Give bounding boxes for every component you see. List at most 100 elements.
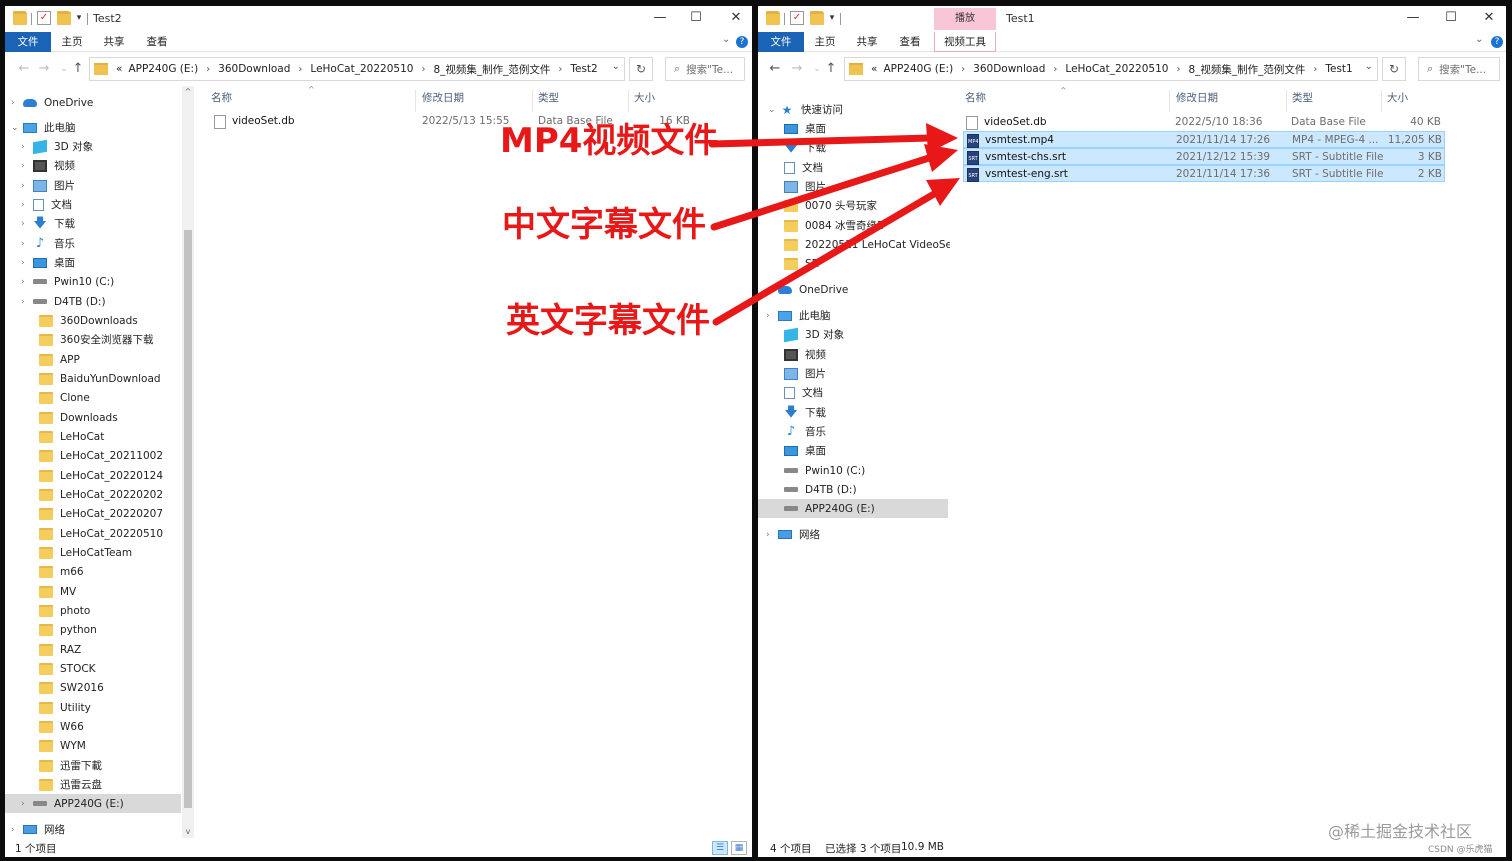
expand-ribbon-icon[interactable]: ⌄	[722, 34, 730, 45]
sidebar-item[interactable]: › 图片	[5, 176, 181, 195]
column-header-type[interactable]: 类型	[538, 90, 559, 110]
large-icons-view-icon[interactable]: ▦	[731, 841, 747, 855]
collapse-icon[interactable]: ⌄	[768, 105, 776, 115]
sidebar-item[interactable]: Utility	[5, 698, 181, 717]
sidebar-item[interactable]: STOCK	[5, 659, 181, 678]
breadcrumb-drive[interactable]: APP240G (E:)	[883, 63, 953, 75]
sidebar-item[interactable]: ⌄ ★ 快速访问	[758, 100, 948, 119]
sidebar-item[interactable]: 20220511 LeHoCat VideoSet	[758, 235, 950, 254]
sidebar-item[interactable]: › 3D 对象	[5, 137, 181, 156]
sidebar-item[interactable]: 🡇 下载	[758, 403, 948, 422]
sidebar-item[interactable]: 桌面	[758, 119, 948, 138]
title-bar[interactable]: ✓ ▾ Test2 — ☐ ✕	[5, 6, 752, 32]
back-button[interactable]: ←	[15, 59, 33, 79]
chevron-right-icon[interactable]: ›	[1313, 64, 1317, 75]
properties-icon[interactable]: ✓	[37, 11, 51, 25]
address-bar[interactable]: « APP240G (E:) › 360Download › LeHoCat_2…	[89, 57, 625, 81]
column-divider[interactable]	[1286, 90, 1287, 112]
chevron-right-icon[interactable]: ›	[421, 64, 425, 75]
expand-icon[interactable]: ›	[21, 297, 25, 307]
search-box[interactable]: ⌕ 搜索"Te...	[1418, 57, 1500, 81]
breadcrumb-lehocat[interactable]: LeHoCat_20220510	[1065, 63, 1168, 75]
address-bar[interactable]: « APP240G (E:) › 360Download › LeHoCat_2…	[844, 57, 1378, 81]
file-row[interactable]: SRT vsmtest-chs.srt 2021/12/12 15:39 SRT - …	[963, 148, 1445, 165]
sidebar-item[interactable]: 0084 冰雪奇缘2	[758, 216, 948, 235]
sidebar-item[interactable]: WYM	[5, 736, 181, 755]
chevron-right-icon[interactable]: ›	[1176, 64, 1180, 75]
file-row[interactable]: MP4 vsmtest.mp4 2021/11/14 17:26 MP4 - MPEG…	[963, 131, 1445, 148]
breadcrumb-current[interactable]: Test1	[1325, 63, 1352, 75]
properties-icon[interactable]: ✓	[790, 11, 804, 25]
expand-icon[interactable]: ›	[766, 530, 770, 540]
sidebar-item[interactable]: Downloads	[5, 408, 181, 427]
sidebar-item[interactable]: LeHoCat_20220124	[5, 466, 181, 485]
forward-button[interactable]: →	[788, 59, 806, 79]
sidebar-item[interactable]: SR	[758, 254, 948, 273]
tab-home[interactable]: 主页	[55, 32, 89, 52]
sidebar-item[interactable]: LeHoCat_20220207	[5, 504, 181, 523]
sidebar-item[interactable]: APP240G (E:)	[758, 499, 948, 518]
sidebar-item[interactable]: › OneDrive	[5, 93, 181, 112]
sidebar-item[interactable]: 文档	[758, 383, 948, 402]
sidebar-item[interactable]: › 视频	[5, 156, 181, 175]
expand-icon[interactable]: ›	[21, 239, 25, 249]
column-header-type[interactable]: 类型	[1292, 90, 1313, 110]
column-header-size[interactable]: 大小	[1387, 90, 1408, 110]
sidebar-item[interactable]: ♪ 音乐	[758, 422, 948, 441]
sidebar-item[interactable]: › ♪ 音乐	[5, 234, 181, 253]
sidebar-item[interactable]: APP	[5, 350, 181, 369]
quick-access-dropdown-icon[interactable]: ▾	[73, 11, 85, 25]
breadcrumb-sample-files[interactable]: 8_视频集_制作_范例文件	[433, 62, 550, 77]
expand-icon[interactable]: ›	[21, 161, 25, 171]
back-button[interactable]: ←	[766, 59, 784, 79]
expand-icon[interactable]: ›	[21, 219, 25, 229]
expand-icon[interactable]: ›	[21, 799, 25, 809]
breadcrumb-lehocat[interactable]: LeHoCat_20220510	[310, 63, 413, 75]
sidebar-item[interactable]: LeHoCat_20220510	[5, 524, 181, 543]
new-folder-icon[interactable]	[810, 11, 824, 25]
column-header-name[interactable]: 名称	[211, 90, 232, 110]
sidebar-item[interactable]: SW2016	[5, 678, 181, 697]
sidebar-item[interactable]: 图片	[758, 364, 948, 383]
new-folder-icon[interactable]	[57, 11, 71, 25]
refresh-button[interactable]: ↻	[629, 57, 653, 81]
sidebar-item[interactable]: › 桌面	[5, 253, 181, 272]
sidebar-item[interactable]: BaiduYunDownload	[5, 369, 181, 388]
tab-video-tools[interactable]: 视频工具	[934, 32, 996, 52]
help-icon[interactable]: ?	[1491, 36, 1503, 48]
chevron-right-icon[interactable]: ›	[558, 64, 562, 75]
column-header-date[interactable]: 修改日期	[1176, 90, 1218, 110]
column-divider[interactable]	[532, 90, 533, 112]
file-name[interactable]: MP4 vsmtest.mp4	[967, 132, 1054, 149]
sidebar-item[interactable]: photo	[5, 601, 181, 620]
tab-view[interactable]: 查看	[893, 32, 927, 52]
sidebar-item[interactable]: 0070 头号玩家	[758, 196, 948, 215]
expand-icon[interactable]: ›	[766, 311, 770, 321]
sidebar-item[interactable]: 文档	[758, 158, 948, 177]
breadcrumb-sample-files[interactable]: 8_视频集_制作_范例文件	[1188, 62, 1305, 77]
sidebar-item[interactable]: 3D 对象	[758, 325, 948, 344]
expand-icon[interactable]: ›	[11, 98, 15, 108]
tab-share[interactable]: 共享	[97, 32, 131, 52]
sidebar-item[interactable]: LeHoCat_20220202	[5, 485, 181, 504]
address-dropdown-icon[interactable]: ⌄	[1365, 61, 1373, 72]
sidebar-item[interactable]: LeHoCat	[5, 427, 181, 446]
breadcrumb-360download[interactable]: 360Download	[218, 63, 290, 75]
file-name[interactable]: SRT vsmtest-eng.srt	[967, 166, 1068, 183]
sidebar-item[interactable]: 视频	[758, 345, 948, 364]
chevron-right-icon[interactable]: ›	[298, 64, 302, 75]
sidebar-item[interactable]: D4TB (D:)	[758, 480, 948, 499]
expand-ribbon-icon[interactable]: ⌄	[1475, 34, 1483, 45]
sidebar-item[interactable]: › 文档	[5, 195, 181, 214]
search-box[interactable]: ⌕ 搜索"Te...	[665, 57, 745, 81]
column-divider[interactable]	[415, 90, 416, 112]
sidebar-item[interactable]: RAZ	[5, 640, 181, 659]
file-row[interactable]: SRT vsmtest-eng.srt 2021/11/14 17:36 SRT - …	[963, 165, 1445, 182]
close-button[interactable]: ✕	[713, 6, 752, 32]
sidebar-item[interactable]: Pwin10 (C:)	[758, 461, 948, 480]
sidebar-item[interactable]: › OneDrive	[758, 280, 948, 299]
sidebar-item[interactable]: › Pwin10 (C:)	[5, 272, 181, 291]
sidebar-item[interactable]: LeHoCat_20211002	[5, 446, 181, 465]
chevron-right-icon[interactable]: ›	[961, 64, 965, 75]
sidebar-item[interactable]: m66	[5, 562, 181, 581]
